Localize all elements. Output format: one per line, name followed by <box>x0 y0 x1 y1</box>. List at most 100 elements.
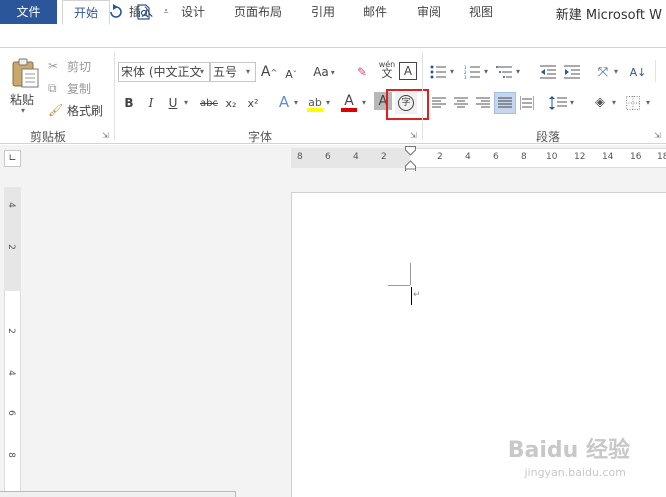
numbering-icon[interactable]: 123 <box>462 62 482 82</box>
line-spacing-dropdown-icon[interactable]: ▾ <box>570 98 574 107</box>
change-case-button[interactable]: Aa ▾ <box>310 62 338 82</box>
grow-font-button[interactable]: A ^ <box>260 62 278 82</box>
font-size-dropdown-icon[interactable]: ▾ <box>246 67 250 76</box>
text-effects-dropdown-icon[interactable]: ▾ <box>294 98 298 107</box>
strikethrough-button[interactable]: abc <box>196 93 222 113</box>
ruler-mark: 6 <box>325 152 331 162</box>
tab-review[interactable]: 审阅 <box>412 0 446 24</box>
format-painter-icon: 🖌 <box>48 103 64 117</box>
font-name-dropdown-icon[interactable]: ▾ <box>200 67 204 76</box>
sort-icon[interactable]: A↓ <box>628 62 648 82</box>
tab-references[interactable]: 引用 <box>306 0 340 24</box>
vruler-mark: 4 <box>5 202 16 208</box>
align-left-icon[interactable] <box>430 93 448 113</box>
group-separator <box>114 52 115 140</box>
character-border-icon: A <box>403 64 413 78</box>
copy-button[interactable]: ⧉ 复制 <box>48 78 108 98</box>
italic-button[interactable]: I <box>142 93 160 113</box>
watermark-logo: Baidu 经验 <box>507 438 630 463</box>
vruler-mark: 6 <box>5 410 16 416</box>
font-launcher-icon[interactable]: ⇲ <box>410 131 417 140</box>
margin-crop-mark <box>410 263 411 285</box>
highlight-dropdown-icon[interactable]: ▾ <box>326 98 330 107</box>
ruler-margin-left <box>291 148 410 168</box>
phonetic-guide-button[interactable]: wén 文 <box>376 60 398 82</box>
tab-home[interactable]: 开始 <box>62 0 110 25</box>
grow-font-icon: A <box>260 64 271 80</box>
underline-icon: U <box>168 96 178 110</box>
ruler-mark: 8 <box>521 152 527 162</box>
change-case-icon: Aa <box>313 65 329 79</box>
justify-icon[interactable] <box>494 92 516 114</box>
tab-file[interactable]: 文件 <box>0 0 57 24</box>
tab-page-layout[interactable]: 页面布局 <box>228 0 288 24</box>
clipboard-group-label: 剪贴板 <box>30 130 67 144</box>
multilevel-list-icon[interactable] <box>494 62 514 82</box>
shading-dropdown-icon[interactable]: ▾ <box>612 98 616 107</box>
font-group-label: 字体 <box>248 130 273 144</box>
status-bar-edge <box>0 491 236 497</box>
tab-selector-icon[interactable]: ∟ <box>4 150 21 167</box>
font-size-value: 五号 <box>213 65 238 79</box>
borders-icon[interactable] <box>624 93 642 113</box>
margin-crop-mark <box>388 285 410 286</box>
window-title: 新建 Microsoft W <box>555 8 662 23</box>
bullets-icon[interactable] <box>428 62 448 82</box>
font-name-combo[interactable]: 宋体 (中文正文 <box>118 62 210 82</box>
align-center-icon[interactable] <box>452 93 470 113</box>
borders-dropdown-icon[interactable]: ▾ <box>646 98 650 107</box>
ruler-mark: 2 <box>437 152 443 162</box>
underline-dropdown-icon[interactable]: ▾ <box>184 98 188 107</box>
line-spacing-icon[interactable] <box>548 93 568 113</box>
shrink-font-button[interactable]: Aˇ <box>282 64 300 84</box>
tab-insert[interactable]: 插入 <box>124 0 158 24</box>
underline-button[interactable]: U <box>164 93 182 113</box>
paste-dropdown-icon[interactable]: ▾ <box>21 106 25 115</box>
indent-marker-icon[interactable] <box>405 146 416 174</box>
tab-view[interactable]: 视图 <box>464 0 498 24</box>
superscript-icon: x² <box>247 96 259 110</box>
ruler-mark: 18 <box>657 152 666 162</box>
subscript-button[interactable]: x₂ <box>222 93 240 113</box>
text-effects-button[interactable]: A <box>276 92 292 112</box>
chinese-layout-icon[interactable]: ⤧ <box>592 62 614 82</box>
superscript-button[interactable]: x² <box>244 93 262 113</box>
strikethrough-icon: abc <box>200 97 218 109</box>
text-cursor <box>411 287 412 305</box>
align-right-icon[interactable] <box>474 93 492 113</box>
increase-indent-icon[interactable] <box>562 62 582 82</box>
paragraph-mark-icon: ↵ <box>413 290 421 300</box>
font-color-dropdown-icon[interactable]: ▾ <box>362 98 366 107</box>
clear-formatting-icon[interactable]: ✎ <box>352 62 372 82</box>
decrease-indent-icon[interactable] <box>538 62 558 82</box>
svg-text:3: 3 <box>464 75 467 79</box>
ruler-mark: 6 <box>493 152 499 162</box>
ruler-mark: 2 <box>381 152 387 162</box>
distributed-icon[interactable] <box>518 93 536 113</box>
tab-mailings[interactable]: 邮件 <box>358 0 392 24</box>
highlight-color-bar <box>307 108 323 112</box>
format-painter-label: 格式刷 <box>67 103 104 118</box>
paste-icon[interactable] <box>8 56 42 90</box>
character-border-button[interactable]: A <box>399 62 417 80</box>
cut-button[interactable]: ✂ 剪切 <box>48 56 108 76</box>
multilevel-dropdown-icon[interactable]: ▾ <box>516 67 520 76</box>
shrink-font-icon: A <box>285 67 293 81</box>
font-color-bar <box>341 108 357 112</box>
format-painter-button[interactable]: 🖌 格式刷 <box>48 100 110 120</box>
clipboard-launcher-icon[interactable]: ⇲ <box>102 131 109 140</box>
cut-label: 剪切 <box>67 59 92 74</box>
paragraph-launcher-icon[interactable]: ⇲ <box>654 131 661 140</box>
separator <box>655 60 656 82</box>
ruler-mark: 4 <box>465 152 471 162</box>
vruler-mark: 2 <box>5 244 16 250</box>
tab-design[interactable]: 设计 <box>176 0 210 24</box>
shading-icon[interactable]: ◈ <box>590 92 610 112</box>
chinese-layout-dropdown-icon[interactable]: ▾ <box>614 67 618 76</box>
vruler-mark: 4 <box>5 370 16 376</box>
ruler-mark: 16 <box>630 152 642 162</box>
numbering-dropdown-icon[interactable]: ▾ <box>484 67 488 76</box>
bullets-dropdown-icon[interactable]: ▾ <box>450 67 454 76</box>
bold-button[interactable]: B <box>120 93 138 113</box>
customize-quick-access-icon[interactable]: ⩡ <box>160 3 172 21</box>
